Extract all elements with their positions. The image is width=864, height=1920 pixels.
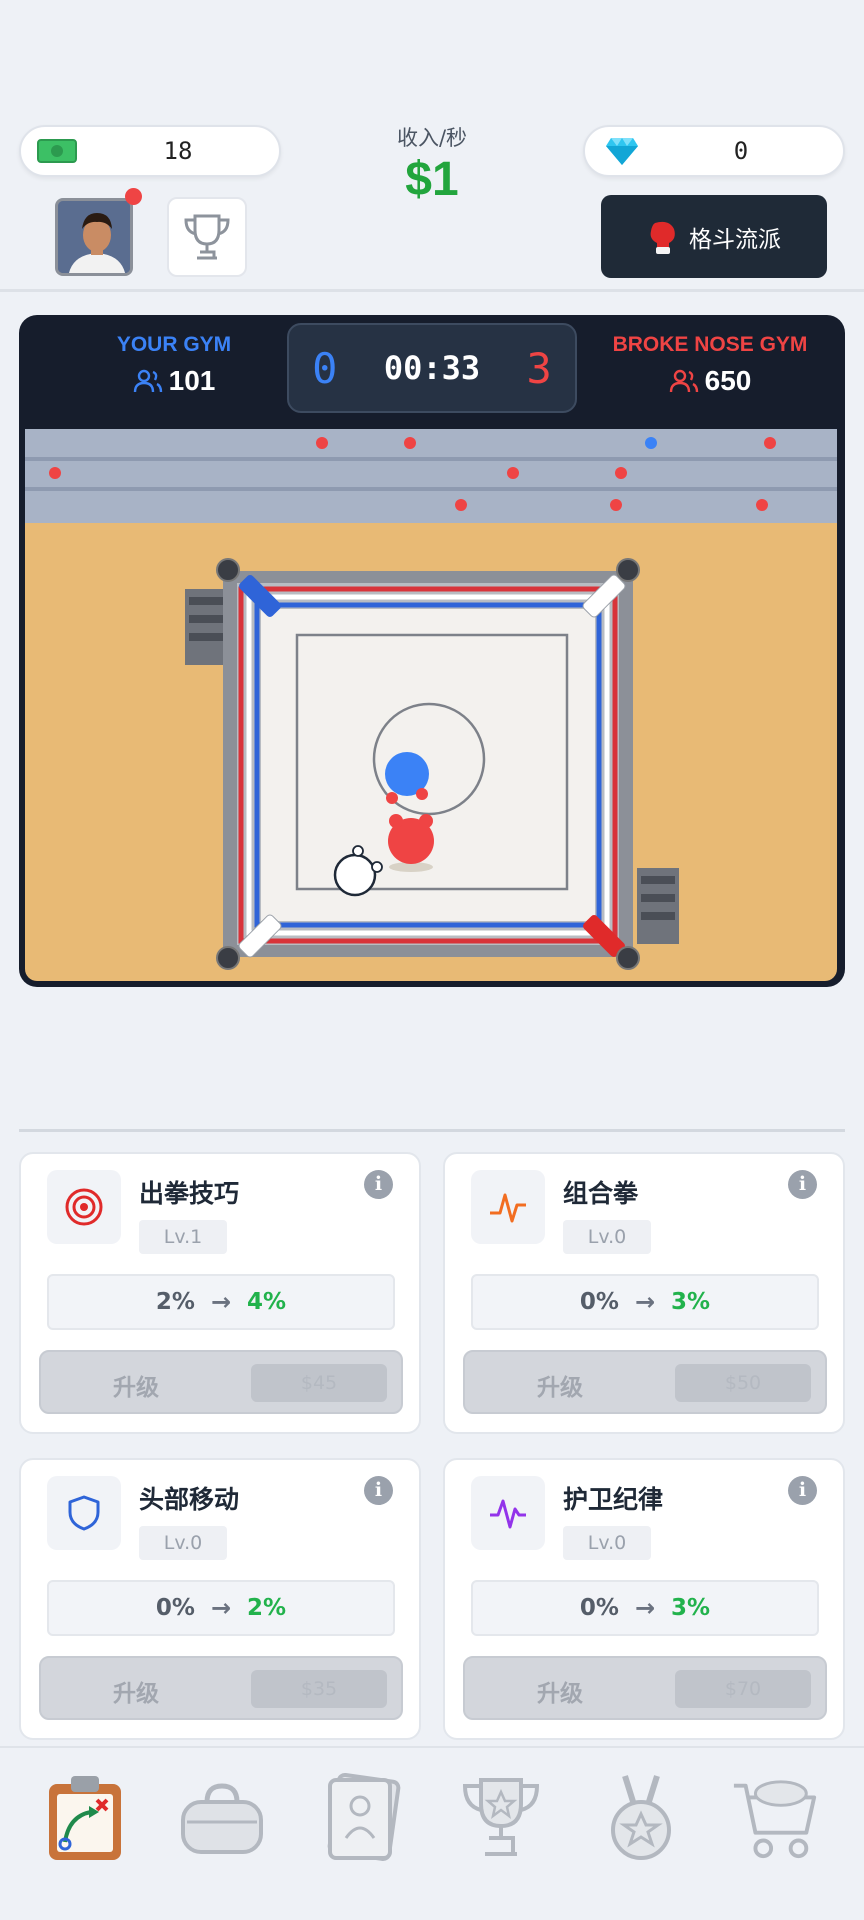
header-divider — [0, 289, 864, 292]
upgrade-card: 组合拳 i Lv.0 0% → 3% 升级 $50 — [443, 1152, 845, 1434]
stat-next: 2% — [247, 1595, 287, 1621]
nav-gym-bag[interactable] — [177, 1768, 267, 1868]
away-team-members: 650 — [704, 365, 752, 396]
upgrade-stat: 0% → 3% — [471, 1274, 819, 1330]
upgrade-stat: 0% → 2% — [47, 1580, 395, 1636]
away-team-count: 650 — [595, 365, 825, 397]
upgrade-price: $50 — [675, 1364, 811, 1402]
info-icon[interactable]: i — [364, 1476, 393, 1505]
pulse-icon — [471, 1476, 545, 1550]
gym-bag-icon — [181, 1783, 263, 1854]
section-divider — [19, 1129, 845, 1132]
arena-floor — [25, 523, 837, 981]
upgrade-button-label: 升级 — [113, 1375, 159, 1401]
away-team: BROKE NOSE GYM 650 — [595, 333, 825, 397]
stat-current: 0% — [155, 1595, 195, 1621]
audience-stands — [25, 429, 837, 523]
stat-next: 3% — [671, 1595, 711, 1621]
stat-current: 0% — [579, 1595, 619, 1621]
upgrade-title: 护卫纪律 — [563, 1485, 664, 1514]
upgrade-title: 组合拳 — [563, 1179, 639, 1208]
upgrade-button-label: 升级 — [113, 1681, 159, 1707]
upgrade-stat: 0% → 3% — [471, 1580, 819, 1636]
medal-icon — [611, 1775, 671, 1860]
upgrade-card: 出拳技巧 i Lv.1 2% → 4% 升级 $45 — [19, 1152, 421, 1434]
home-team-name: YOUR GYM — [116, 333, 232, 356]
away-score: 3 — [526, 343, 552, 393]
upgrade-button-label: 升级 — [537, 1681, 583, 1707]
trophy-icon — [462, 1778, 540, 1856]
upgrade-button[interactable]: 升级 $45 — [39, 1350, 403, 1414]
users-icon — [133, 369, 162, 393]
boxing-glove-icon — [650, 221, 675, 254]
trophy-button[interactable] — [167, 197, 247, 277]
diamond-icon — [606, 138, 638, 165]
upgrade-button-label: 升级 — [537, 1375, 583, 1401]
upgrade-card: 护卫纪律 i Lv.0 0% → 3% 升级 $70 — [443, 1458, 845, 1740]
stat-next: 4% — [247, 1289, 287, 1315]
upgrade-stat: 2% → 4% — [47, 1274, 395, 1330]
cards-icon — [327, 1772, 401, 1862]
arrow-right-icon: → — [634, 1288, 656, 1316]
boxing-ring — [185, 558, 679, 970]
match-timer: 00:33 — [383, 349, 481, 387]
away-team-name: BROKE NOSE GYM — [612, 333, 808, 356]
notification-dot — [125, 188, 142, 205]
bottom-nav — [0, 1746, 864, 1920]
arrow-right-icon: → — [210, 1594, 232, 1622]
shield-icon — [47, 1476, 121, 1550]
upgrade-button[interactable]: 升级 $70 — [463, 1656, 827, 1720]
scoreboard: 0 00:33 3 — [287, 323, 577, 413]
nav-cards[interactable] — [317, 1768, 407, 1868]
shop-cart-icon — [733, 1780, 817, 1859]
stat-current: 0% — [579, 1289, 619, 1315]
nav-strategy[interactable] — [40, 1768, 130, 1868]
nav-medal[interactable] — [596, 1768, 686, 1868]
upgrade-button[interactable]: 升级 $50 — [463, 1350, 827, 1414]
trophy-icon — [184, 214, 230, 260]
upgrade-title: 出拳技巧 — [139, 1179, 240, 1208]
upgrade-button[interactable]: 升级 $35 — [39, 1656, 403, 1720]
audience-dots — [49, 437, 776, 511]
target-icon — [47, 1170, 121, 1244]
info-icon[interactable]: i — [788, 1476, 817, 1505]
nav-trophy[interactable] — [456, 1768, 546, 1868]
player-avatar[interactable] — [55, 198, 133, 276]
fight-style-button[interactable]: 格斗流派 — [601, 195, 827, 278]
strategy-clipboard-icon — [49, 1776, 121, 1860]
home-team: YOUR GYM 101 — [59, 333, 289, 397]
gem-counter: 0 — [583, 125, 845, 177]
home-score: 0 — [312, 343, 338, 393]
info-icon[interactable]: i — [788, 1170, 817, 1199]
boxer-portrait-icon — [58, 201, 130, 273]
upgrade-title: 头部移动 — [139, 1485, 240, 1514]
arrow-right-icon: → — [634, 1594, 656, 1622]
gem-value: 0 — [733, 137, 749, 165]
nav-shop[interactable] — [730, 1768, 820, 1868]
stat-current: 2% — [155, 1289, 195, 1315]
upgrade-level: Lv.0 — [563, 1526, 651, 1560]
upgrade-card: 头部移动 i Lv.0 0% → 2% 升级 $35 — [19, 1458, 421, 1740]
combo-wave-icon — [471, 1170, 545, 1244]
arrow-right-icon: → — [210, 1288, 232, 1316]
home-team-count: 101 — [59, 365, 289, 397]
upgrade-level: Lv.0 — [139, 1526, 227, 1560]
upgrade-level: Lv.1 — [139, 1220, 227, 1254]
fight-style-label: 格斗流派 — [689, 226, 781, 253]
stat-next: 3% — [671, 1289, 711, 1315]
upgrade-level: Lv.0 — [563, 1220, 651, 1254]
upgrade-price: $35 — [251, 1670, 387, 1708]
users-icon — [669, 369, 698, 393]
upgrade-price: $70 — [675, 1670, 811, 1708]
home-team-members: 101 — [168, 365, 216, 396]
upgrade-price: $45 — [251, 1364, 387, 1402]
info-icon[interactable]: i — [364, 1170, 393, 1199]
arena-panel: YOUR GYM 101 0 00:33 3 BROKE NOSE GYM 65… — [19, 315, 845, 987]
